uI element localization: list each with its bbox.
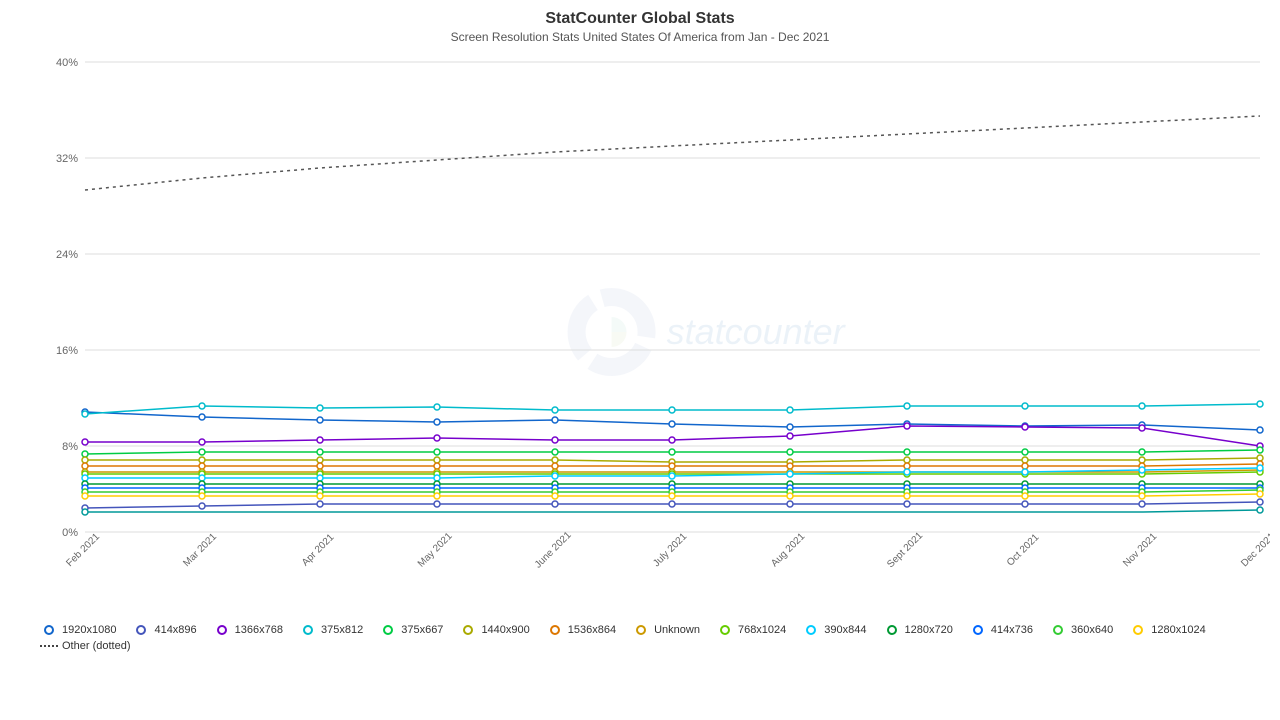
legend-item-375x667: 375x667 — [379, 624, 443, 636]
main-chart-svg: 40% 32% 24% 16% 8% 0% Feb 2021 Mar 2021 … — [30, 52, 1270, 612]
svg-text:32%: 32% — [56, 153, 78, 165]
legend-item-1440x900: 1440x900 — [459, 624, 529, 636]
legend-icon-414x736 — [969, 624, 987, 636]
legend-label-other-dotted: Other (dotted) — [62, 640, 130, 652]
legend-item-1536x864: 1536x864 — [546, 624, 616, 636]
svg-text:16%: 16% — [56, 345, 78, 357]
svg-text:Nov 2021: Nov 2021 — [1121, 531, 1159, 569]
svg-text:Mar 2021: Mar 2021 — [181, 531, 219, 569]
legend-item-414x736: 414x736 — [969, 624, 1033, 636]
chart-area: statcounter 40% 32% 24% 16% 8% 0% Feb 20… — [30, 52, 1270, 612]
legend-label-360x640: 360x640 — [1071, 624, 1113, 636]
legend-icon-1920x1080 — [40, 624, 58, 636]
legend-label-375x812: 375x812 — [321, 624, 363, 636]
legend-label-375x667: 375x667 — [401, 624, 443, 636]
legend-label-1280x1024: 1280x1024 — [1151, 624, 1205, 636]
chart-title: StatCounter Global Stats — [545, 10, 734, 28]
legend-label-1536x864: 1536x864 — [568, 624, 616, 636]
legend-item-other-dotted: Other (dotted) — [40, 640, 130, 652]
chart-container: StatCounter Global Stats Screen Resoluti… — [0, 0, 1280, 720]
svg-text:24%: 24% — [56, 249, 78, 261]
legend-icon-unknown — [632, 624, 650, 636]
legend-label-768x1024: 768x1024 — [738, 624, 786, 636]
svg-text:8%: 8% — [62, 441, 78, 453]
legend-icon-390x844 — [802, 624, 820, 636]
legend-icon-1280x1024 — [1129, 624, 1147, 636]
legend-item-768x1024: 768x1024 — [716, 624, 786, 636]
svg-text:40%: 40% — [56, 57, 78, 69]
legend-label-414x736: 414x736 — [991, 624, 1033, 636]
legend-icon-1536x864 — [546, 624, 564, 636]
svg-text:May 2021: May 2021 — [416, 531, 455, 570]
legend-item-1280x720: 1280x720 — [883, 624, 953, 636]
legend-label-1366x768: 1366x768 — [235, 624, 283, 636]
legend-label-1440x900: 1440x900 — [481, 624, 529, 636]
legend: 1920x1080 414x896 1366x768 375x812 375x6… — [20, 616, 1260, 660]
legend-label-1280x720: 1280x720 — [905, 624, 953, 636]
legend-icon-375x812 — [299, 624, 317, 636]
legend-item-1280x1024: 1280x1024 — [1129, 624, 1205, 636]
legend-icon-360x640 — [1049, 624, 1067, 636]
legend-item-390x844: 390x844 — [802, 624, 866, 636]
svg-text:Aug 2021: Aug 2021 — [769, 531, 807, 569]
legend-item-1920x1080: 1920x1080 — [40, 624, 116, 636]
legend-icon-other-dotted — [40, 640, 58, 652]
svg-text:July 2021: July 2021 — [651, 531, 689, 569]
legend-icon-375x667 — [379, 624, 397, 636]
svg-text:Dec 2021: Dec 2021 — [1239, 531, 1270, 569]
legend-label-390x844: 390x844 — [824, 624, 866, 636]
legend-item-360x640: 360x640 — [1049, 624, 1113, 636]
legend-label-414x896: 414x896 — [154, 624, 196, 636]
legend-label-1920x1080: 1920x1080 — [62, 624, 116, 636]
legend-item-1366x768: 1366x768 — [213, 624, 283, 636]
legend-icon-414x896 — [132, 624, 150, 636]
svg-text:0%: 0% — [62, 527, 78, 539]
legend-icon-768x1024 — [716, 624, 734, 636]
legend-icon-1440x900 — [459, 624, 477, 636]
svg-text:Oct 2021: Oct 2021 — [1005, 532, 1042, 569]
svg-text:June 2021: June 2021 — [533, 530, 574, 571]
svg-text:Sept 2021: Sept 2021 — [885, 530, 925, 570]
legend-item-unknown: Unknown — [632, 624, 700, 636]
legend-item-375x812: 375x812 — [299, 624, 363, 636]
chart-subtitle: Screen Resolution Stats United States Of… — [451, 30, 830, 44]
legend-icon-1366x768 — [213, 624, 231, 636]
legend-item-414x896: 414x896 — [132, 624, 196, 636]
svg-text:Apr 2021: Apr 2021 — [300, 532, 337, 569]
legend-icon-1280x720 — [883, 624, 901, 636]
legend-label-unknown: Unknown — [654, 624, 700, 636]
